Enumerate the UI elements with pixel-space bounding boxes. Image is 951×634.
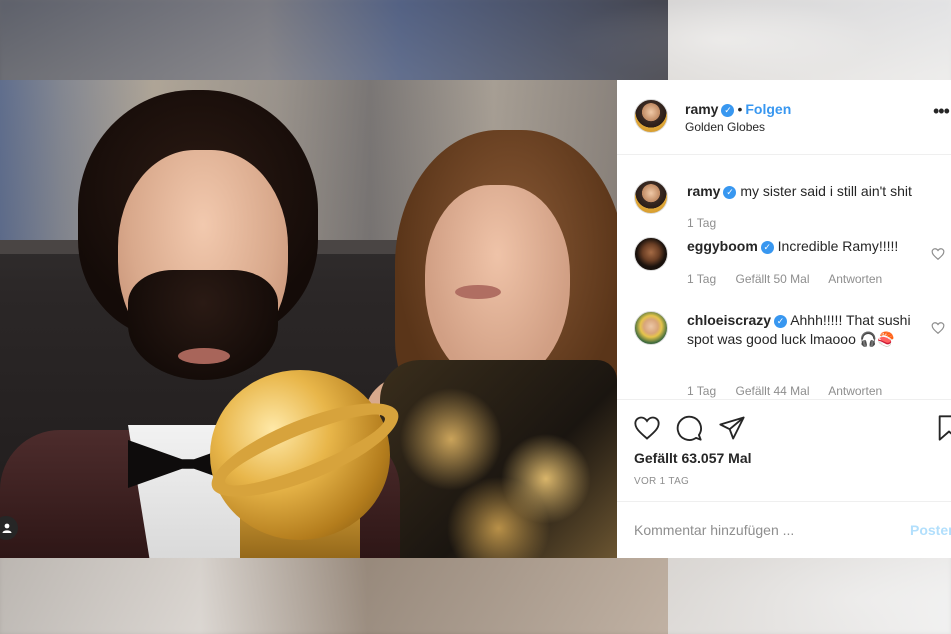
author-line: ramy ✓ • Folgen: [685, 101, 791, 117]
reply-button[interactable]: Antworten: [828, 272, 882, 286]
comment-avatar[interactable]: [634, 237, 668, 271]
comment-icon[interactable]: [675, 414, 703, 442]
post-comment-button[interactable]: Posten: [910, 522, 951, 538]
bookmark-icon[interactable]: [935, 414, 951, 442]
comment-time[interactable]: 1 Tag: [687, 216, 716, 230]
photo-woman-dress: [380, 360, 617, 558]
blurred-background-bottom-right: [668, 558, 951, 634]
comment-like-heart-icon[interactable]: [931, 247, 945, 261]
comment-username[interactable]: chloeiscrazy: [687, 312, 771, 328]
blurred-background-top-right: [668, 0, 951, 80]
author-username[interactable]: ramy: [685, 101, 718, 117]
verified-badge-icon: ✓: [774, 314, 788, 328]
reply-button[interactable]: Antworten: [828, 384, 882, 398]
comment-avatar[interactable]: [634, 180, 668, 214]
comment-time[interactable]: 1 Tag: [687, 272, 716, 286]
comment-text-block: eggyboom ✓ Incredible Ramy!!!!!: [687, 237, 919, 256]
comment-avatar[interactable]: [634, 311, 668, 345]
photo-man-mouth: [178, 348, 230, 364]
photo-woman-face: [425, 185, 570, 385]
photo-woman-mouth: [455, 285, 501, 299]
comment-meta: 1 Tag: [687, 216, 732, 230]
comment-bar: Kommentar hinzufügen ... Posten: [617, 501, 951, 558]
comment-meta: 1 Tag Gefällt 44 Mal Antworten: [687, 384, 898, 398]
blurred-background-top-left: [0, 0, 668, 80]
verified-badge-icon: ✓: [723, 185, 737, 199]
share-icon[interactable]: [718, 414, 746, 442]
post-actions: Gefällt 63.057 Mal VOR 1 TAG: [617, 399, 951, 501]
follow-button[interactable]: Folgen: [745, 101, 791, 117]
comment-time[interactable]: 1 Tag: [687, 384, 716, 398]
comment-likes[interactable]: Gefällt 50 Mal: [735, 272, 809, 286]
author-avatar[interactable]: [634, 99, 668, 133]
comment-meta: 1 Tag Gefällt 50 Mal Antworten: [687, 272, 898, 286]
heart-icon[interactable]: [633, 414, 661, 442]
verified-badge-icon: ✓: [721, 103, 735, 117]
comments-list[interactable]: ramy ✓ my sister said i still ain't shit …: [617, 156, 951, 399]
comment-input[interactable]: Kommentar hinzufügen ...: [634, 522, 794, 538]
more-options-icon[interactable]: •••: [933, 102, 950, 120]
comment-username[interactable]: ramy: [687, 183, 720, 199]
person-icon: [2, 523, 12, 533]
comment-text: Incredible Ramy!!!!!: [777, 238, 899, 254]
comment-likes[interactable]: Gefällt 44 Mal: [735, 384, 809, 398]
dot-separator: •: [737, 101, 743, 117]
likes-count[interactable]: Gefällt 63.057 Mal: [634, 450, 752, 466]
comment-like-heart-icon[interactable]: [931, 321, 945, 335]
post-location[interactable]: Golden Globes: [685, 120, 765, 134]
verified-badge-icon: ✓: [760, 240, 774, 254]
comment-text-block: chloeiscrazy ✓ Ahhh!!!!! That sushi spot …: [687, 311, 919, 349]
post-date[interactable]: VOR 1 TAG: [634, 476, 689, 487]
blurred-background-bottom-left: [0, 558, 668, 634]
post-photo[interactable]: [0, 80, 617, 558]
comment-username[interactable]: eggyboom: [687, 238, 758, 254]
comment-text-block: ramy ✓ my sister said i still ain't shit: [687, 182, 919, 201]
comment-text: my sister said i still ain't shit: [740, 183, 912, 199]
post-header: ramy ✓ • Folgen Golden Globes •••: [617, 80, 951, 155]
post-panel: ramy ✓ • Folgen Golden Globes ••• ramy ✓ my …: [617, 80, 951, 558]
